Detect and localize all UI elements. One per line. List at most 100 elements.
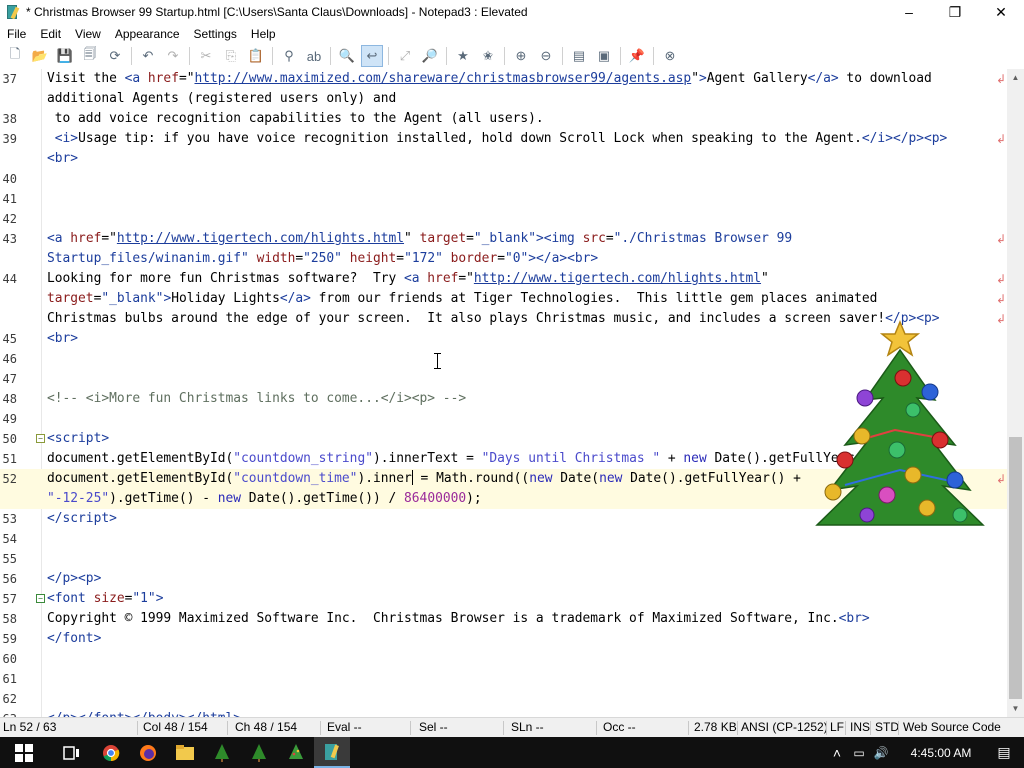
code-text[interactable]: Startup_files/winanim.gif" width="250" h…	[47, 249, 598, 269]
status-lexer[interactable]: Web Source Code	[903, 718, 1001, 738]
menu-settings[interactable]: Settings	[187, 27, 244, 41]
open-folder-icon[interactable]: 📂	[29, 45, 51, 67]
new-file-icon[interactable]: 🗋	[4, 45, 26, 67]
code-text[interactable]: document.getElementById("countdown_strin…	[47, 449, 877, 469]
code-line[interactable]: <br>	[0, 149, 1007, 169]
reload-icon[interactable]: ⟳	[104, 45, 126, 67]
redo-icon[interactable]: ↷	[162, 45, 184, 67]
scrollbar-thumb[interactable]	[1009, 437, 1022, 699]
code-line[interactable]: 37 Visit the <a href="http://www.maximize…	[0, 69, 1007, 89]
status-line[interactable]: Ln 52 / 63	[3, 718, 56, 738]
find-icon[interactable]: ⚲	[278, 45, 300, 67]
tray-overflow-icon[interactable]: ˄	[826, 745, 848, 761]
code-text[interactable]: additional Agents (registered users only…	[47, 89, 396, 109]
scroll-down-icon[interactable]: ▼	[1007, 700, 1024, 717]
vertical-scrollbar[interactable]: ▲ ▼	[1007, 69, 1024, 717]
status-selected-lines[interactable]: SLn --	[511, 718, 544, 738]
code-line[interactable]: 61	[0, 669, 1007, 689]
code-text[interactable]: Looking for more fun Christmas software?…	[47, 269, 769, 289]
file-explorer-icon[interactable]	[167, 737, 203, 768]
toggle-bookmark-icon[interactable]: ★	[452, 45, 474, 67]
code-text[interactable]: to add voice recognition capabilities to…	[47, 109, 544, 129]
code-line[interactable]: additional Agents (registered users only…	[0, 89, 1007, 109]
code-line[interactable]: 40	[0, 169, 1007, 189]
code-text[interactable]: <i>Usage tip: if you have voice recognit…	[47, 129, 948, 149]
code-line[interactable]: 59 </font>	[0, 629, 1007, 649]
status-occurrences[interactable]: Occ --	[603, 718, 636, 738]
code-text[interactable]: target="_blank">Holiday Lights</a> from …	[47, 289, 877, 309]
volume-icon[interactable]: 🔊	[870, 746, 892, 760]
maximize-button[interactable]: ❐	[932, 0, 978, 24]
editor-area[interactable]: 37 Visit the <a href="http://www.maximize…	[0, 69, 1007, 717]
code-line[interactable]: 60	[0, 649, 1007, 669]
exit-icon[interactable]: ⊗	[659, 45, 681, 67]
notepad3-app-icon[interactable]	[6, 5, 20, 20]
action-center-icon[interactable]: ▤	[986, 744, 1022, 761]
menu-view[interactable]: View	[68, 27, 108, 41]
menu-edit[interactable]: Edit	[33, 27, 68, 41]
search-in-files-icon[interactable]: 🔍	[336, 45, 358, 67]
menu-appearance[interactable]: Appearance	[108, 27, 187, 41]
code-line[interactable]: 43 <a href="http://www.tigertech.com/hlig…	[0, 229, 1007, 249]
find-next-icon[interactable]: 🔎	[419, 45, 441, 67]
code-text[interactable]: <!-- <i>More fun Christmas links to come…	[47, 389, 466, 409]
word-wrap-icon[interactable]: ↩	[361, 45, 383, 67]
code-text[interactable]: <a href="http://www.tigertech.com/hlight…	[47, 229, 792, 249]
code-line[interactable]: Startup_files/winanim.gif" width="250" h…	[0, 249, 1007, 269]
status-eval[interactable]: Eval --	[327, 718, 362, 738]
zoom-fit-icon[interactable]: ⤢	[394, 45, 416, 67]
pin-icon[interactable]: 📌	[626, 45, 648, 67]
christmas-tree-app-icon[interactable]	[204, 737, 240, 768]
code-line[interactable]: 56 </p><p>	[0, 569, 1007, 589]
network-icon[interactable]: ▭	[848, 746, 870, 760]
status-insert-mode[interactable]: INS	[850, 718, 870, 738]
code-text[interactable]: "-12-25").getTime() - new Date().getTime…	[47, 489, 482, 509]
code-line[interactable]: target="_blank">Holiday Lights</a> from …	[0, 289, 1007, 309]
taskbar-clock[interactable]: 4:45:00 AM	[896, 746, 986, 760]
code-line[interactable]: 41	[0, 189, 1007, 209]
code-line[interactable]: 42	[0, 209, 1007, 229]
status-column[interactable]: Col 48 / 154	[143, 718, 208, 738]
menu-help[interactable]: Help	[244, 27, 283, 41]
status-encoding[interactable]: ANSI (CP-1252)	[741, 718, 828, 738]
code-text[interactable]: Visit the <a href="http://www.maximized.…	[47, 69, 932, 89]
firefox-icon[interactable]	[130, 737, 166, 768]
favorites-icon[interactable]: ✬	[477, 45, 499, 67]
close-button[interactable]: ✕	[978, 0, 1024, 24]
fold-toggle-icon[interactable]: −	[36, 434, 45, 443]
task-view-icon[interactable]	[54, 737, 90, 768]
copy-icon[interactable]: ⎘	[220, 45, 242, 67]
start-windows-icon[interactable]	[4, 737, 44, 768]
code-line[interactable]: 44 Looking for more fun Christmas softwar…	[0, 269, 1007, 289]
save-icon[interactable]: 💾	[54, 45, 76, 67]
status-selection[interactable]: Sel --	[419, 718, 448, 738]
minimize-button[interactable]: –	[886, 0, 932, 24]
replace-icon[interactable]: ab	[303, 45, 325, 67]
screen-icon[interactable]: ▣	[593, 45, 615, 67]
code-text[interactable]: <br>	[47, 149, 78, 169]
zoom-out-icon[interactable]: ⊖	[535, 45, 557, 67]
code-text[interactable]: <script>	[47, 429, 109, 449]
christmas-tree-app-icon-2[interactable]	[241, 737, 277, 768]
code-text[interactable]: </p><p>	[47, 569, 101, 589]
christmas-tree-app-icon-3[interactable]	[278, 737, 314, 768]
christmas-tree-agent[interactable]	[805, 310, 990, 550]
status-eol[interactable]: LF	[830, 718, 844, 738]
code-text[interactable]: </p></font></body></html>	[47, 709, 241, 717]
undo-icon[interactable]: ↶	[137, 45, 159, 67]
save-as-icon[interactable]: 🗐	[79, 45, 101, 67]
code-text[interactable]: </script>	[47, 509, 117, 529]
status-std[interactable]: STD	[875, 718, 899, 738]
code-text[interactable]: <br>	[47, 329, 78, 349]
settings-dialog-icon[interactable]: ▤	[568, 45, 590, 67]
code-line[interactable]: 58 Copyright © 1999 Maximized Software In…	[0, 609, 1007, 629]
code-text[interactable]: document.getElementById("countdown_time"…	[47, 469, 809, 489]
code-text[interactable]: Copyright © 1999 Maximized Software Inc.…	[47, 609, 870, 629]
code-text[interactable]: </font>	[47, 629, 101, 649]
cut-icon[interactable]: ✂	[195, 45, 217, 67]
code-text[interactable]: <font size="1">	[47, 589, 163, 609]
code-line[interactable]: 63 </p></font></body></html>	[0, 709, 1007, 717]
code-line[interactable]: 55	[0, 549, 1007, 569]
code-line[interactable]: 39 <i>Usage tip: if you have voice recog…	[0, 129, 1007, 149]
code-line[interactable]: 62	[0, 689, 1007, 709]
